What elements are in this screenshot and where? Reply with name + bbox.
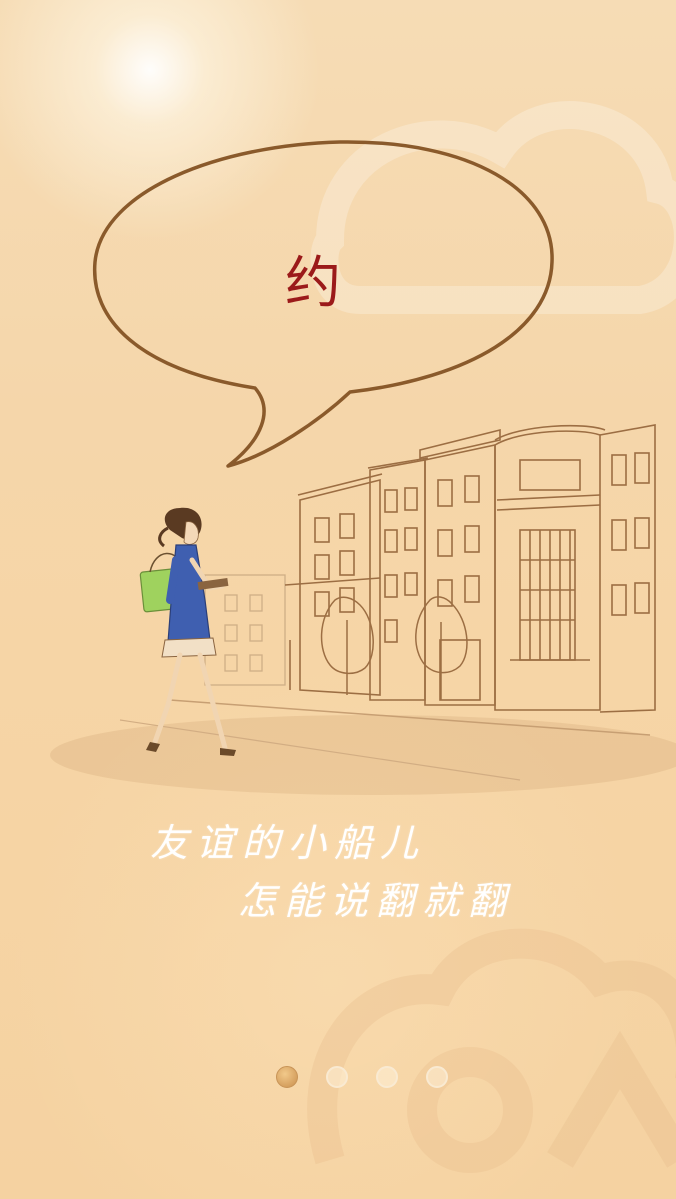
page-dot-3[interactable] (376, 1066, 398, 1088)
caption-line-1: 友谊的小船儿 (150, 821, 427, 865)
background-buildings (204, 574, 286, 686)
splash-screen: 约 友谊的小船儿 怎能说翻就翻 (0, 0, 676, 1199)
illustration (50, 101, 676, 1173)
page-dot-1[interactable] (276, 1066, 298, 1088)
speech-bubble-text: 约 (285, 251, 341, 316)
ground-shadow (50, 715, 676, 795)
woman-walking-icon (139, 507, 236, 756)
caption-line-2: 怎能说翻就翻 (238, 879, 515, 923)
street-buildings (284, 424, 656, 713)
page-dot-2[interactable] (326, 1066, 348, 1088)
page-indicator (270, 1062, 460, 1092)
cloud-watermark-bottom-icon (307, 928, 676, 1173)
page-dot-4[interactable] (426, 1066, 448, 1088)
